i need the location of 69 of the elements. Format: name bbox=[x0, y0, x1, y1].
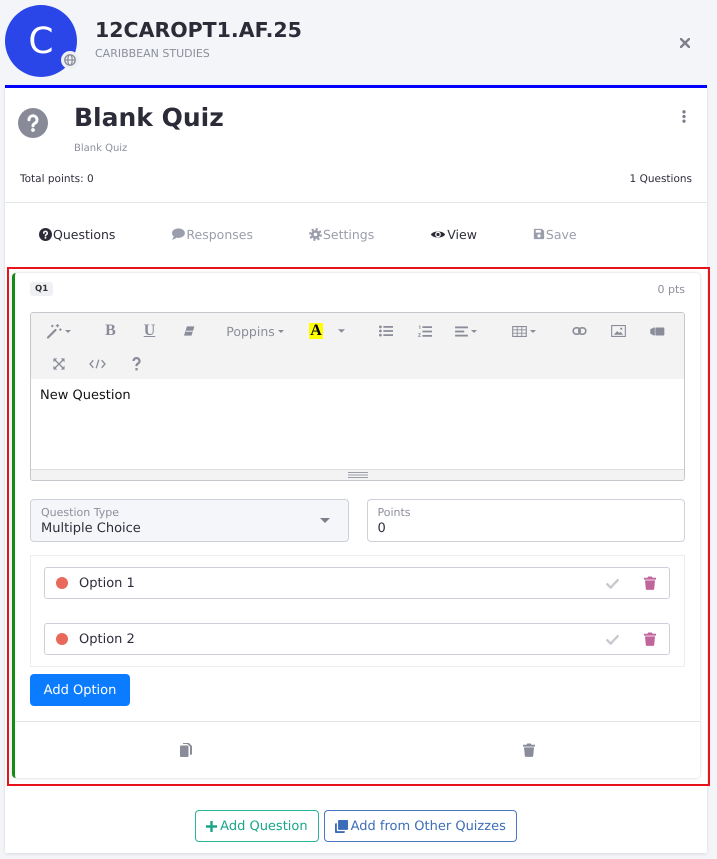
course-subject: CARIBBEAN STUDIES bbox=[95, 47, 211, 61]
action-link[interactable]: View bbox=[430, 220, 477, 248]
video-camera-icon[interactable] bbox=[650, 326, 665, 336]
table-icon[interactable] bbox=[512, 326, 527, 336]
gear-icon bbox=[308, 228, 322, 240]
trash-icon[interactable] bbox=[644, 576, 656, 590]
eraser-icon[interactable] bbox=[182, 326, 194, 336]
add-option-button[interactable]: Add Option bbox=[30, 674, 130, 706]
field-label: Question Type bbox=[41, 504, 120, 520]
caret-icon[interactable] bbox=[471, 330, 477, 332]
magic-wand-icon[interactable] bbox=[46, 323, 62, 339]
quiz-description: Blank Quiz bbox=[74, 142, 128, 156]
course-title: 12CAROPT1.AF.25 bbox=[95, 17, 302, 44]
total-points: Total points: 0 bbox=[20, 172, 94, 186]
speech-bubble-icon bbox=[171, 228, 186, 240]
eye-icon bbox=[430, 228, 446, 240]
caret-icon[interactable] bbox=[338, 329, 344, 333]
grip-icon[interactable] bbox=[348, 472, 368, 478]
question-badge: Q1 bbox=[30, 282, 54, 296]
field-label: Points bbox=[378, 504, 411, 520]
option-row[interactable]: Option 1 bbox=[44, 567, 670, 599]
points-field[interactable]: Points 0 bbox=[366, 499, 685, 542]
add-question-button[interactable]: Add Question bbox=[195, 810, 319, 842]
question-points: 0 pts bbox=[657, 282, 685, 296]
caret-icon bbox=[320, 518, 330, 523]
option-text: Option 2 bbox=[79, 632, 135, 646]
question-circle-icon bbox=[39, 228, 52, 240]
option-dot-icon bbox=[56, 633, 68, 645]
fullscreen-icon[interactable] bbox=[52, 358, 64, 370]
font-dropdown[interactable]: Poppins bbox=[222, 317, 288, 345]
numbered-list-icon[interactable] bbox=[418, 324, 432, 338]
option-text: Option 1 bbox=[79, 576, 135, 590]
bulleted-list-icon[interactable] bbox=[378, 325, 392, 337]
question-circle-icon bbox=[18, 108, 48, 138]
field-value: 0 bbox=[378, 520, 387, 536]
check-icon[interactable] bbox=[605, 578, 620, 588]
link-icon[interactable] bbox=[572, 327, 587, 335]
bold-button[interactable]: B bbox=[91, 317, 130, 345]
question-text: New Question bbox=[40, 388, 131, 403]
tab[interactable]: Settings bbox=[308, 220, 374, 248]
course-avatar: C bbox=[5, 5, 77, 77]
trash-icon[interactable] bbox=[644, 632, 656, 646]
import-questions-button[interactable]: Add from Other Quizzes bbox=[324, 810, 517, 842]
quiz-title: Blank Quiz bbox=[74, 102, 224, 134]
question-type-select[interactable]: Question Type Multiple Choice bbox=[30, 499, 348, 542]
plus-icon bbox=[206, 820, 218, 832]
caret-icon[interactable] bbox=[530, 330, 536, 332]
question-count: 1 Questions bbox=[630, 172, 692, 186]
close-icon[interactable] bbox=[680, 38, 690, 48]
tab[interactable]: Questions bbox=[39, 220, 116, 248]
caret-icon bbox=[278, 330, 284, 332]
option-row[interactable]: Option 2 bbox=[44, 623, 670, 655]
image-icon[interactable] bbox=[611, 325, 626, 337]
option-dot-icon bbox=[56, 577, 68, 589]
caret-icon[interactable] bbox=[64, 330, 70, 332]
code-icon[interactable] bbox=[89, 359, 106, 369]
copy-icon[interactable] bbox=[180, 743, 192, 757]
check-icon[interactable] bbox=[605, 634, 620, 644]
text-color-button[interactable]: A bbox=[309, 323, 323, 339]
align-left-icon[interactable] bbox=[455, 326, 468, 336]
stacked-squares-icon bbox=[334, 820, 348, 832]
tab[interactable]: Responses bbox=[171, 220, 253, 248]
kebab-menu-icon[interactable] bbox=[682, 110, 686, 123]
globe-icon bbox=[61, 51, 79, 69]
question-mark-icon[interactable] bbox=[132, 357, 141, 371]
trash-icon[interactable] bbox=[522, 743, 535, 757]
editor-text-area[interactable]: New Question bbox=[31, 379, 684, 469]
field-value: Multiple Choice bbox=[41, 520, 141, 536]
underline-button[interactable]: U bbox=[130, 317, 169, 345]
